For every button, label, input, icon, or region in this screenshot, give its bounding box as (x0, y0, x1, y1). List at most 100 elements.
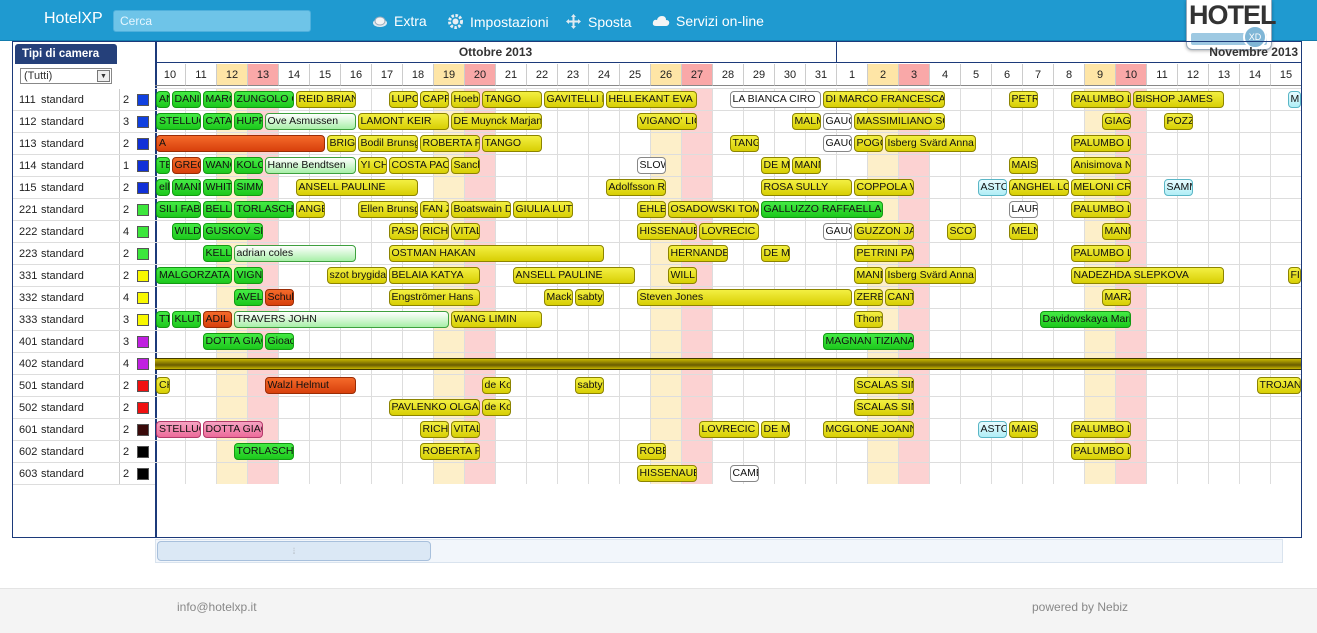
booking-block[interactable]: HELLEKANT EVA (605, 91, 697, 108)
booking-block[interactable]: MANN (1101, 223, 1131, 240)
booking-block[interactable]: ASTOI (977, 421, 1007, 438)
booking-block[interactable]: LA BIANCA CIRO (729, 91, 821, 108)
booking-block[interactable]: sabty (574, 289, 604, 306)
chevron-down-icon[interactable]: ▼ (97, 70, 110, 82)
booking-block[interactable]: DE ME (760, 157, 790, 174)
booking-block[interactable]: POGG (853, 135, 883, 152)
room-row-601[interactable]: 601 standard 2 (13, 419, 155, 441)
booking-block[interactable]: MCGLONE JOANNA (822, 421, 914, 438)
booking-block[interactable]: MANN (791, 157, 821, 174)
booking-block[interactable]: COSTA PAOI (388, 157, 449, 174)
booking-block[interactable]: PALUMBO LI (1070, 91, 1131, 108)
booking-block[interactable]: TRAVERS JOHN (233, 311, 449, 328)
booking-block[interactable]: Walzl Helmut (264, 377, 356, 394)
booking-block[interactable]: adrian coles (233, 245, 356, 262)
booking-block[interactable]: SAMM (1163, 179, 1193, 196)
booking-block[interactable]: Isberg Svärd Anna (884, 267, 976, 284)
booking-block[interactable]: STELLUCC (156, 421, 201, 438)
booking-block[interactable]: GALLUZZO RAFFAELLA (760, 201, 883, 218)
booking-block[interactable]: Steven Jones (636, 289, 852, 306)
room-row-602[interactable]: 602 standard 2 (13, 441, 155, 463)
room-row-114[interactable]: 114 standard 1 (13, 155, 155, 177)
nav-servizi-online[interactable]: Servizi on-line (652, 13, 764, 29)
maintenance-bar-room-402[interactable] (155, 358, 1301, 370)
booking-block[interactable]: Boatswain D (450, 201, 511, 218)
booking-block[interactable]: ZUNGOLO C (233, 91, 294, 108)
booking-block[interactable]: HERNANDEZ (667, 245, 728, 262)
room-row-502[interactable]: 502 standard 2 (13, 397, 155, 419)
booking-block[interactable]: ASTOI (977, 179, 1007, 196)
booking-block[interactable]: PASHC (388, 223, 418, 240)
booking-block[interactable]: MI (1287, 91, 1301, 108)
booking-block[interactable]: GUZZON JAC (853, 223, 914, 240)
booking-block[interactable]: DOTTA GIAC (202, 333, 263, 350)
scrollbar-thumb[interactable]: ⦙ (157, 541, 431, 561)
room-row-111[interactable]: 111 standard 2 (13, 89, 155, 111)
booking-block[interactable]: CAPPI (419, 91, 449, 108)
booking-block[interactable]: Isberg Svärd Anna (884, 135, 976, 152)
booking-block[interactable]: PALUMBO LI (1070, 135, 1131, 152)
booking-block[interactable]: Adolfsson R (605, 179, 666, 196)
booking-block[interactable]: A (156, 135, 325, 152)
booking-block[interactable]: MARZ (1101, 289, 1131, 306)
booking-block[interactable]: GIULIA LUTZ (512, 201, 573, 218)
booking-block[interactable]: VIGANO' LIC (636, 113, 697, 130)
booking-block[interactable]: Bodil Brunsg (357, 135, 418, 152)
booking-block[interactable]: MASSIMILIANO SCA (853, 113, 945, 130)
booking-block[interactable]: ANSELL PAULINE (295, 179, 418, 196)
room-row-115[interactable]: 115 standard 2 (13, 177, 155, 199)
booking-block[interactable]: FIO (1287, 267, 1301, 284)
booking-block[interactable]: PETRO (1008, 91, 1038, 108)
booking-block[interactable]: EHLER (636, 201, 666, 218)
room-row-331[interactable]: 331 standard 2 (13, 265, 155, 287)
booking-block[interactable]: Thom (853, 311, 883, 328)
booking-block[interactable]: szot brygida (326, 267, 387, 284)
footer-email[interactable]: info@hotelxp.it (177, 600, 257, 614)
booking-block[interactable]: MAGNAN TIZIANA (822, 333, 914, 350)
booking-block[interactable]: MARC (202, 91, 232, 108)
booking-block[interactable]: TEI (156, 157, 170, 174)
booking-block[interactable]: CANT (884, 289, 914, 306)
booking-block[interactable]: HISSENAUER (636, 223, 697, 240)
booking-block[interactable]: BISHOP JAMES (1132, 91, 1224, 108)
booking-block[interactable]: VITAL (450, 223, 480, 240)
booking-block[interactable]: ROBER (636, 443, 666, 460)
booking-block[interactable]: PALUMBO LI (1070, 245, 1131, 262)
booking-block[interactable]: ADIL (202, 311, 232, 328)
room-row-223[interactable]: 223 standard 2 (13, 243, 155, 265)
booking-block[interactable]: ell (156, 179, 170, 196)
booking-block[interactable]: MALGORZATA (156, 267, 232, 284)
booking-block[interactable]: POZZ (1163, 113, 1193, 130)
booking-block[interactable]: ANGHEL LOR (1008, 179, 1069, 196)
booking-block[interactable]: ZERBI (853, 289, 883, 306)
booking-block[interactable]: TTE (156, 311, 170, 328)
booking-block[interactable]: KLUTS (171, 311, 201, 328)
room-row-401[interactable]: 401 standard 3 (13, 331, 155, 353)
booking-block[interactable]: MANN (171, 179, 201, 196)
booking-block[interactable]: AVELI (233, 289, 263, 306)
nav-impostazioni[interactable]: Impostazioni (447, 13, 549, 30)
booking-block[interactable]: CAMB (729, 465, 759, 482)
booking-block[interactable]: Sanch (450, 157, 480, 174)
booking-block[interactable]: Davidovskaya Mari (1039, 311, 1131, 328)
booking-block[interactable]: GAVITELLI M (543, 91, 604, 108)
booking-block[interactable]: TORLASCHI I (233, 443, 294, 460)
search-input[interactable] (113, 10, 311, 32)
booking-block[interactable]: GAUC (822, 223, 852, 240)
booking-block[interactable]: ROBERTA FIC (419, 443, 480, 460)
nav-sposta[interactable]: Sposta (565, 13, 632, 30)
booking-block[interactable]: WILD (171, 223, 201, 240)
booking-block[interactable]: STELLUCC (156, 113, 201, 130)
booking-block[interactable]: Gioac (264, 333, 294, 350)
booking-block[interactable]: WANG (202, 157, 232, 174)
booking-block[interactable]: LAMONT KEIR (357, 113, 449, 130)
booking-block[interactable]: GRECO (171, 157, 201, 174)
booking-block[interactable]: VIGNE (233, 267, 263, 284)
booking-block[interactable]: CATA (202, 113, 232, 130)
room-row-112[interactable]: 112 standard 3 (13, 111, 155, 133)
booking-block[interactable]: OSTMAN HAKAN (388, 245, 604, 262)
booking-block[interactable]: MELONI CRIS (1070, 179, 1131, 196)
booking-block[interactable]: CH (156, 377, 170, 394)
booking-block[interactable]: DOTTA GIAC (202, 421, 263, 438)
booking-block[interactable]: de Ko (481, 399, 511, 416)
